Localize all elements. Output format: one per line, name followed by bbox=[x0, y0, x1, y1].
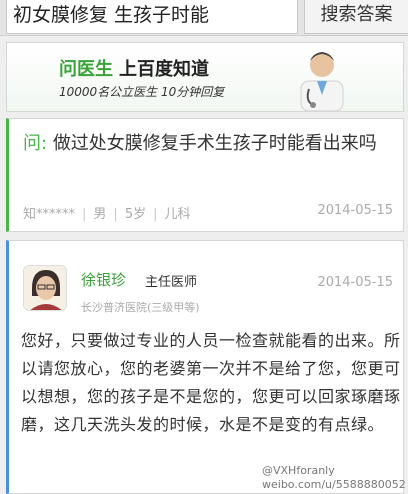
doctor-hospital: 长沙普济医院(三级甲等) bbox=[81, 301, 200, 314]
doctor-illustration-icon bbox=[300, 52, 344, 111]
answer-date: 2014-05-15 bbox=[317, 275, 393, 290]
doctor-name[interactable]: 徐银珍 bbox=[81, 269, 126, 290]
question-date: 2014-05-15 bbox=[317, 203, 393, 218]
question-gender: 男 bbox=[93, 207, 107, 222]
search-input[interactable]: 初女膜修复 生孩子时能 bbox=[6, 0, 298, 34]
doctor-avatar[interactable] bbox=[23, 265, 67, 311]
weibo-watermark-url: weibo.com/u/5588880052 bbox=[262, 478, 406, 491]
question-card: 问: 做过处女膜修复手术生孩子时能看出来吗 知****** | 男 | 5岁 | 儿科 20… bbox=[6, 118, 404, 232]
question-age: 5岁 bbox=[124, 207, 147, 222]
doctor-avatar-icon bbox=[24, 266, 66, 310]
banner-title-dark: 上百度知道 bbox=[119, 59, 209, 80]
search-button[interactable]: 搜索答案 bbox=[304, 0, 408, 34]
search-bar: 初女膜修复 生孩子时能 搜索答案 bbox=[0, 0, 408, 36]
question-department: 儿科 bbox=[164, 207, 191, 222]
banner-subtitle: 10000名公立医生 10分钟回复 bbox=[59, 85, 225, 99]
question-prefix: 问: bbox=[23, 133, 48, 154]
banner-title-green: 问医生 bbox=[59, 59, 113, 80]
ask-doctor-banner[interactable]: 问医生 上百度知道 10000名公立医生 10分钟回复 bbox=[6, 42, 404, 112]
banner-title: 问医生 上百度知道 bbox=[59, 55, 209, 81]
answer-text: 您好，只要做过专业的人员一检查就能看的出来。所以请您放心，您的老婆第一次并不是给… bbox=[21, 331, 401, 434]
question-body: 做过处女膜修复手术生孩子时能看出来吗 bbox=[52, 133, 377, 154]
question-text: 问: 做过处女膜修复手术生孩子时能看出来吗 bbox=[23, 131, 395, 157]
answer-card: 徐银珍 主任医师 长沙普济医院(三级甲等) 2014-05-15 您好，只要做过… bbox=[6, 240, 404, 494]
doctor-title: 主任医师 bbox=[145, 275, 198, 290]
weibo-watermark-handle: @VXHforanly bbox=[262, 464, 335, 477]
question-user: 知****** bbox=[23, 207, 76, 222]
